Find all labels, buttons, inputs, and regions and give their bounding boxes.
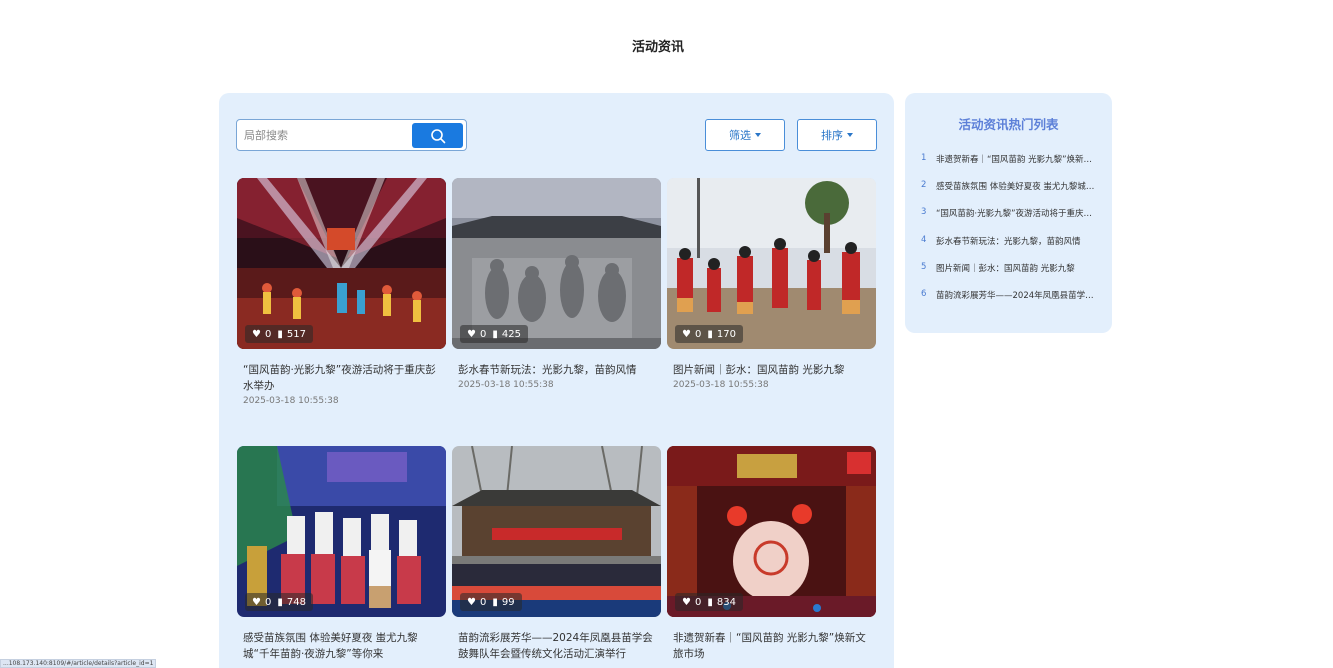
article-image[interactable]: ♥ 0 ▮ 170 xyxy=(667,178,876,349)
hot-list-item[interactable]: 4 彭水春节新玩法：光影九黎，苗韵风情 xyxy=(921,235,1101,262)
bookmark-icon: ▮ xyxy=(492,328,498,340)
heart-icon: ♥ xyxy=(252,328,261,340)
bookmark-icon: ▮ xyxy=(707,328,713,340)
hot-item-number: 1 xyxy=(921,153,927,163)
search-button[interactable] xyxy=(412,123,463,148)
view-count: 425 xyxy=(501,328,521,340)
search-box xyxy=(236,119,467,151)
view-count: 517 xyxy=(286,328,306,340)
festival-stage-photo xyxy=(667,446,876,617)
status-bar-url: ...108.173.140:8109/#/article/details?ar… xyxy=(0,659,157,668)
sort-label: 排序 xyxy=(821,129,843,142)
article-title[interactable]: 彭水春节新玩法：光影九黎，苗韵风情 xyxy=(452,362,661,378)
hot-item-number: 4 xyxy=(921,234,927,245)
hot-list-item[interactable]: 6 苗韵流彩展芳华——2024年凤凰县苗学会鼓舞队年会暨传统文化活动汇演举行 xyxy=(921,289,1101,316)
article-image[interactable]: ♥ 0 ▮ 834 xyxy=(667,446,876,617)
heart-icon: ♥ xyxy=(467,596,476,608)
hot-list-item[interactable]: 1 非遗贺新春｜“国风苗韵 光影九黎”焕新文旅市场 xyxy=(921,153,1101,180)
hot-item-text[interactable]: 非遗贺新春｜“国风苗韵 光影九黎”焕新文旅市场 xyxy=(936,153,1096,180)
bookmark-icon: ▮ xyxy=(277,596,283,608)
page-title: 活动资讯 xyxy=(631,40,684,55)
filter-label: 筛选 xyxy=(729,129,751,142)
article-card[interactable]: ♥ 0 ▮ 834 非遗贺新春｜“国风苗韵 光影九黎”焕新文旅市场 xyxy=(667,446,876,662)
heart-icon: ♥ xyxy=(682,328,691,340)
like-count: 0 xyxy=(479,596,487,608)
article-image[interactable]: ♥ 0 ▮ 748 xyxy=(237,446,446,617)
caret-down-icon xyxy=(847,133,853,137)
like-count: 0 xyxy=(694,328,702,340)
article-stats: ♥ 0 ▮ 517 xyxy=(245,325,313,343)
like-count: 0 xyxy=(479,328,487,340)
hot-item-number: 3 xyxy=(921,207,927,218)
article-title[interactable]: “国风苗韵·光影九黎”夜游活动将于重庆彭水举办 xyxy=(237,362,446,394)
article-stats: ♥ 0 ▮ 170 xyxy=(675,325,743,343)
article-card[interactable]: ♥ 0 ▮ 517 “国风苗韵·光影九黎”夜游活动将于重庆彭水举办 2025-03-… xyxy=(237,178,446,406)
heart-icon: ♥ xyxy=(252,596,261,608)
hot-list-item[interactable]: 5 图片新闻｜彭水：国风苗韵 光影九黎 xyxy=(921,262,1101,289)
hot-item-text[interactable]: “国风苗韵·光影九黎”夜游活动将于重庆彭水举办 xyxy=(936,207,1096,234)
hot-list-title: 活动资讯热门列表 xyxy=(958,117,1059,132)
article-card[interactable]: ♥ 0 ▮ 425 彭水春节新玩法：光影九黎，苗韵风情 2025-03-18 10:… xyxy=(452,178,661,390)
filter-button[interactable]: 筛选 xyxy=(705,119,785,151)
street-dance-photo xyxy=(667,178,876,349)
article-title[interactable]: 感受苗族氛围 体验美好夏夜 蚩尤九黎城“千年苗韵·夜游九黎”等你来 xyxy=(237,630,446,662)
stage-photo xyxy=(237,178,446,349)
bookmark-icon: ▮ xyxy=(492,596,498,608)
article-stats: ♥ 0 ▮ 748 xyxy=(245,593,313,611)
article-card[interactable]: ♥ 0 ▮ 748 感受苗族氛围 体验美好夏夜 蚩尤九黎城“千年苗韵·夜游九黎”等你… xyxy=(237,446,446,662)
courtyard-group-photo xyxy=(452,446,661,617)
search-icon xyxy=(430,128,445,143)
article-stats: ♥ 0 ▮ 834 xyxy=(675,593,743,611)
hot-list-item[interactable]: 3 “国风苗韵·光影九黎”夜游活动将于重庆彭水举办 xyxy=(921,207,1101,234)
bookmark-icon: ▮ xyxy=(277,328,283,340)
like-count: 0 xyxy=(264,596,272,608)
article-panel: 筛选 排序 ♥0 xyxy=(219,93,894,668)
heart-icon: ♥ xyxy=(682,596,691,608)
caret-down-icon xyxy=(755,133,761,137)
relief-wall-photo xyxy=(452,178,661,349)
article-stats: ♥ 0 ▮ 425 xyxy=(460,325,528,343)
heart-icon: ♥ xyxy=(467,328,476,340)
article-date: 2025-03-18 10:55:38 xyxy=(673,380,769,390)
view-count: 748 xyxy=(286,596,306,608)
hot-item-text[interactable]: 苗韵流彩展芳华——2024年凤凰县苗学会鼓舞队年会暨传统文化活动汇演举行 xyxy=(936,289,1096,316)
search-input[interactable] xyxy=(244,126,404,144)
article-title[interactable]: 苗韵流彩展芳华——2024年凤凰县苗学会鼓舞队年会暨传统文化活动汇演举行 xyxy=(452,630,661,662)
group-photo xyxy=(237,446,446,617)
view-count: 170 xyxy=(716,328,736,340)
hot-item-text[interactable]: 彭水春节新玩法：光影九黎，苗韵风情 xyxy=(936,235,1096,262)
like-count: 0 xyxy=(264,328,272,340)
bookmark-icon: ▮ xyxy=(707,596,713,608)
article-image[interactable]: ♥ 0 ▮ 517 xyxy=(237,178,446,349)
hot-list-panel: 活动资讯热门列表 1 非遗贺新春｜“国风苗韵 光影九黎”焕新文旅市场 2 感受苗族氛… xyxy=(905,93,1112,333)
view-count: 834 xyxy=(716,596,736,608)
article-title[interactable]: 非遗贺新春｜“国风苗韵 光影九黎”焕新文旅市场 xyxy=(667,630,876,662)
hot-item-number: 5 xyxy=(921,261,927,272)
article-image[interactable]: ♥ 0 ▮ 99 xyxy=(452,446,661,617)
article-stats: ♥ 0 ▮ 99 xyxy=(460,593,522,611)
article-date: 2025-03-18 10:55:38 xyxy=(243,396,339,406)
hot-item-text[interactable]: 感受苗族氛围 体验美好夏夜 蚩尤九黎城“千年苗韵·夜游九黎”等你来 xyxy=(936,180,1096,207)
like-count: 0 xyxy=(694,596,702,608)
sort-button[interactable]: 排序 xyxy=(797,119,877,151)
hot-list-item[interactable]: 2 感受苗族氛围 体验美好夏夜 蚩尤九黎城“千年苗韵·夜游九黎”等你来 xyxy=(921,180,1101,207)
article-date: 2025-03-18 10:55:38 xyxy=(458,380,554,390)
article-card[interactable]: ♥ 0 ▮ 170 图片新闻｜彭水：国风苗韵 光影九黎 2025-03-18 10:… xyxy=(667,178,876,390)
article-title[interactable]: 图片新闻｜彭水：国风苗韵 光影九黎 xyxy=(667,362,876,378)
hot-list: 1 非遗贺新春｜“国风苗韵 光影九黎”焕新文旅市场 2 感受苗族氛围 体验美好夏夜 … xyxy=(921,153,1101,316)
view-count: 99 xyxy=(501,596,515,608)
hot-item-text[interactable]: 图片新闻｜彭水：国风苗韵 光影九黎 xyxy=(936,262,1096,289)
hot-item-number: 6 xyxy=(921,288,927,299)
article-card[interactable]: ♥ 0 ▮ 99 苗韵流彩展芳华——2024年凤凰县苗学会鼓舞队年会暨传统文化活动汇… xyxy=(452,446,661,662)
article-image[interactable]: ♥ 0 ▮ 425 xyxy=(452,178,661,349)
hot-item-number: 2 xyxy=(921,180,927,191)
